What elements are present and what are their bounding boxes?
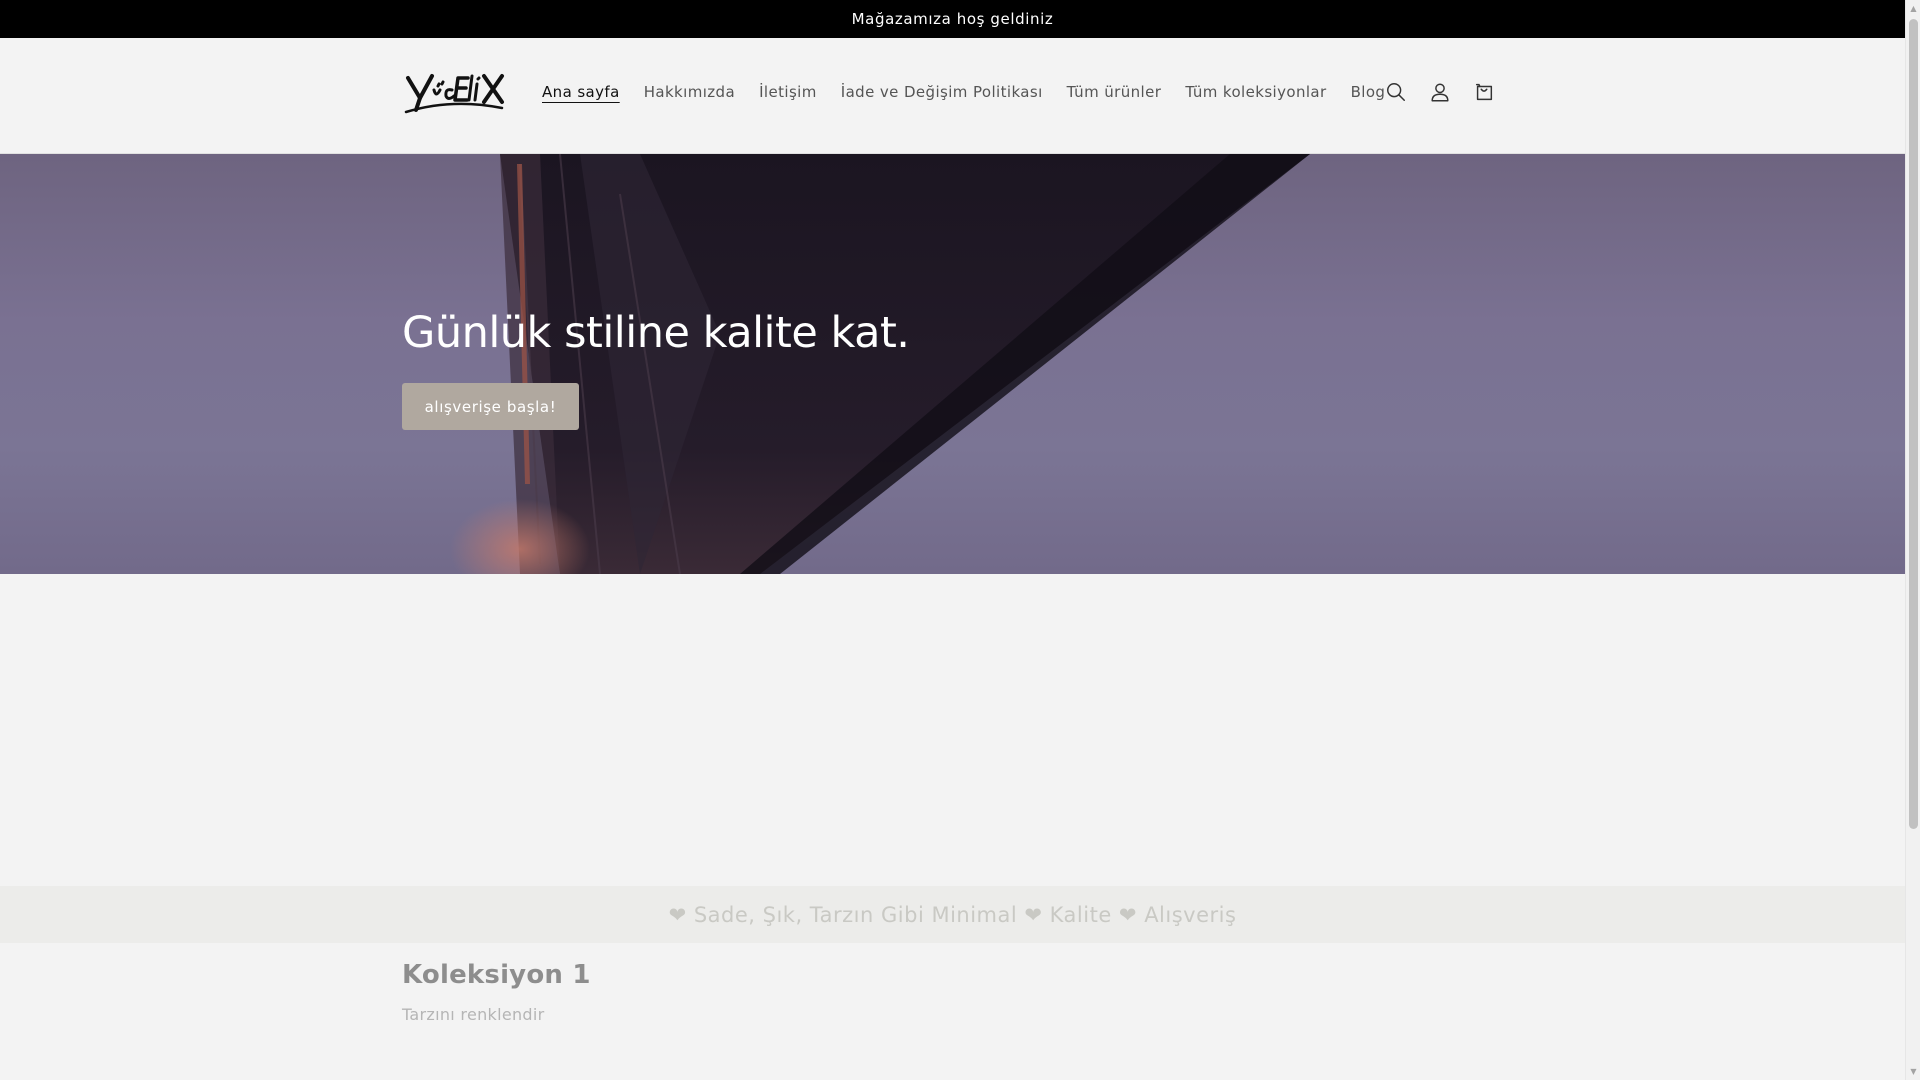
page: Mağazamıza hoş geldiniz Ana sayfa Hakkım… [0,0,1905,1080]
marquee-text: ❤ Sade, Şık, Tarzın Gibi Minimal ❤ Kalit… [668,902,1237,927]
hero-banner: Günlük stiline kalite kat. alışverişe ba… [0,154,1905,574]
nav-link-all-products[interactable]: Tüm ürünler [1055,83,1174,101]
search-button[interactable] [1374,70,1418,114]
cart-button[interactable] [1462,70,1506,114]
scrollbar-thumb[interactable] [1909,19,1918,829]
announcement-text: Mağazamıza hoş geldiniz [851,10,1054,28]
logo-wordmark [404,74,504,114]
start-shopping-button[interactable]: alışverişe başla! [402,383,579,430]
account-button[interactable] [1418,70,1462,114]
scroll-down-arrow-icon[interactable]: ▼ [1906,1063,1920,1080]
store-logo[interactable] [402,68,506,118]
collection-title: Koleksiyon 1 [402,960,591,990]
scroll-up-arrow-icon[interactable]: ▲ [1906,0,1920,17]
nav-link-return-policy[interactable]: İade ve Değişim Politikası [829,83,1055,101]
announcement-bar: Mağazamıza hoş geldiniz [0,0,1905,38]
cart-icon [1475,83,1493,101]
header-icons [1374,70,1506,114]
site-header: Ana sayfa Hakkımızda İletişim İade ve De… [0,38,1905,154]
page-scrollbar[interactable]: ▲ ▼ [1905,0,1920,1080]
search-icon [1387,83,1405,101]
hero-title: Günlük stiline kalite kat. [402,308,910,358]
nav-link-all-collections[interactable]: Tüm koleksiyonlar [1173,83,1338,101]
hero-background-image [450,154,1310,574]
nav-link-about[interactable]: Hakkımızda [632,83,747,101]
main-nav: Ana sayfa Hakkımızda İletişim İade ve De… [530,74,1397,110]
nav-link-home[interactable]: Ana sayfa [530,83,632,101]
nav-link-contact[interactable]: İletişim [747,83,829,101]
marquee-strip: ❤ Sade, Şık, Tarzın Gibi Minimal ❤ Kalit… [0,886,1905,943]
account-icon [1431,83,1449,102]
collection-subtitle: Tarzını renklendir [402,1005,545,1024]
